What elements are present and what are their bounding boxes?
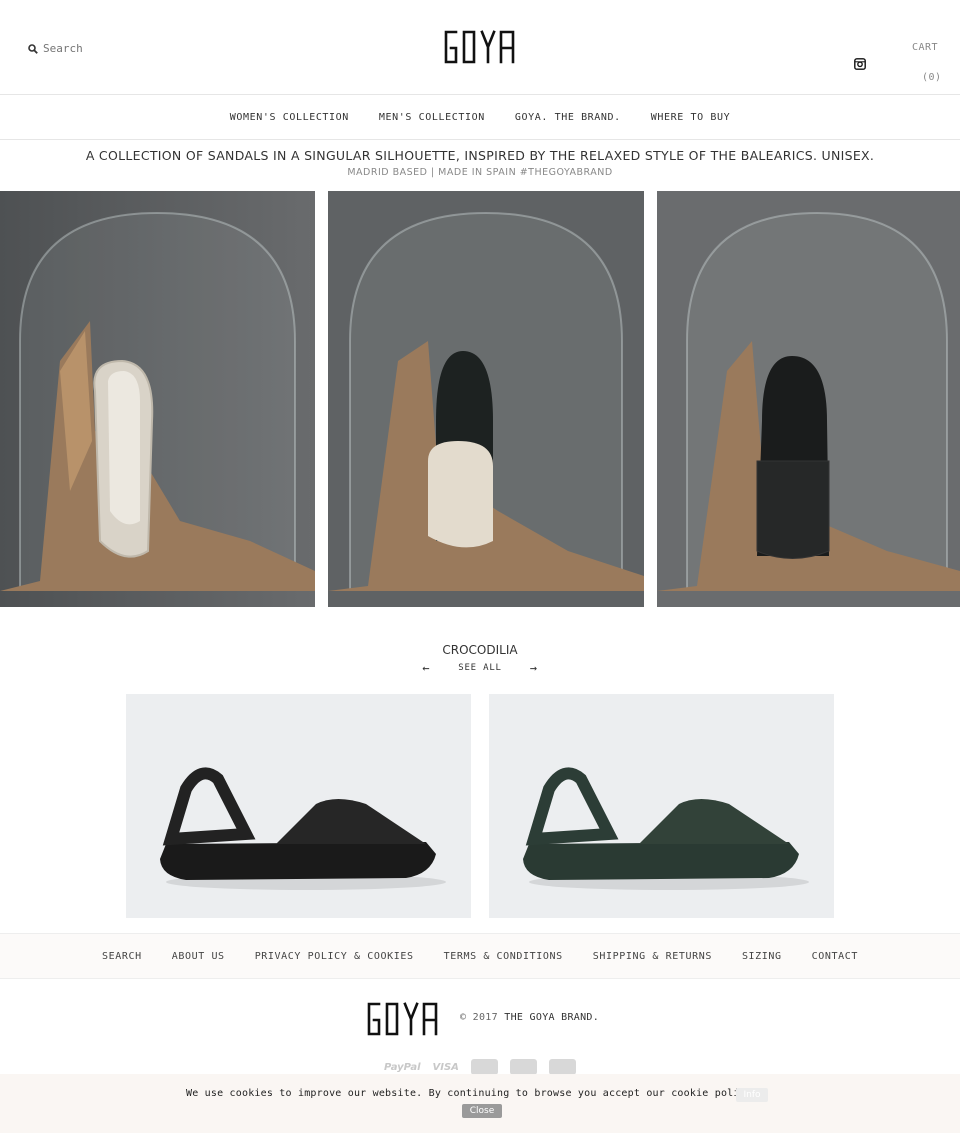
amex-icon: [509, 1059, 537, 1075]
search-icon: [28, 43, 38, 54]
footer-link-search[interactable]: SEARCH: [102, 951, 142, 962]
collection-pager: ← SEE ALL →: [0, 661, 960, 675]
cookie-info-button[interactable]: Info: [736, 1088, 768, 1102]
hero-image-croc-sandal[interactable]: [657, 191, 960, 607]
payment-methods: PayPal VISA: [384, 1059, 576, 1075]
see-all-link[interactable]: SEE ALL: [458, 663, 502, 673]
maestro-icon: [548, 1059, 576, 1075]
product-card-green-croc[interactable]: [489, 694, 834, 918]
goya-logo[interactable]: [443, 28, 519, 66]
search-box[interactable]: [28, 42, 163, 55]
footer-goya-logo[interactable]: [366, 1000, 442, 1038]
prev-arrow-icon[interactable]: ←: [422, 661, 430, 675]
nav-mens-collection[interactable]: MEN'S COLLECTION: [379, 112, 485, 123]
main-nav: WOMEN'S COLLECTION MEN'S COLLECTION GOYA…: [0, 95, 960, 140]
footer-link-sizing[interactable]: SIZING: [742, 951, 782, 962]
cart-count[interactable]: (0): [922, 72, 942, 83]
footer-link-privacy[interactable]: PRIVACY POLICY & COOKIES: [255, 951, 414, 962]
copyright: © 2017 THE GOYA BRAND.: [460, 1012, 599, 1023]
footer-link-contact[interactable]: CONTACT: [812, 951, 858, 962]
hero-image-shearling-sandal[interactable]: [328, 191, 644, 607]
mastercard-icon: [470, 1059, 498, 1075]
visa-icon: VISA: [432, 1061, 459, 1073]
footer-link-shipping[interactable]: SHIPPING & RETURNS: [593, 951, 712, 962]
cookie-message: We use cookies to improve our website. B…: [186, 1088, 759, 1099]
nav-the-brand[interactable]: GOYA. THE BRAND.: [515, 112, 621, 123]
instagram-icon[interactable]: [854, 58, 866, 70]
site-header: CART (0): [0, 0, 960, 95]
collection-title: CROCODILIA: [442, 643, 518, 657]
cart-link[interactable]: CART: [912, 42, 938, 53]
brand-tagline: A COLLECTION OF SANDALS IN A SINGULAR SI…: [85, 148, 875, 163]
copyright-brand-link[interactable]: THE GOYA BRAND.: [504, 1012, 599, 1023]
footer-link-about-us[interactable]: ABOUT US: [172, 951, 225, 962]
product-card-black-croc[interactable]: [126, 694, 471, 918]
cookie-banner: We use cookies to improve our website. B…: [0, 1074, 960, 1133]
footer-link-terms[interactable]: TERMS & CONDITIONS: [444, 951, 563, 962]
search-input[interactable]: [43, 42, 163, 55]
brand-subtagline: MADRID BASED | MADE IN SPAIN #THEGOYABRA…: [347, 167, 613, 178]
paypal-icon: PayPal: [384, 1061, 421, 1073]
footer-nav: SEARCH ABOUT US PRIVACY POLICY & COOKIES…: [0, 933, 960, 979]
nav-where-to-buy[interactable]: WHERE TO BUY: [651, 112, 730, 123]
hero-image-cream-sandal[interactable]: [0, 191, 315, 607]
cookie-close-button[interactable]: Close: [462, 1104, 502, 1118]
nav-womens-collection[interactable]: WOMEN'S COLLECTION: [230, 112, 349, 123]
copyright-year: © 2017: [460, 1012, 498, 1023]
next-arrow-icon[interactable]: →: [530, 661, 538, 675]
